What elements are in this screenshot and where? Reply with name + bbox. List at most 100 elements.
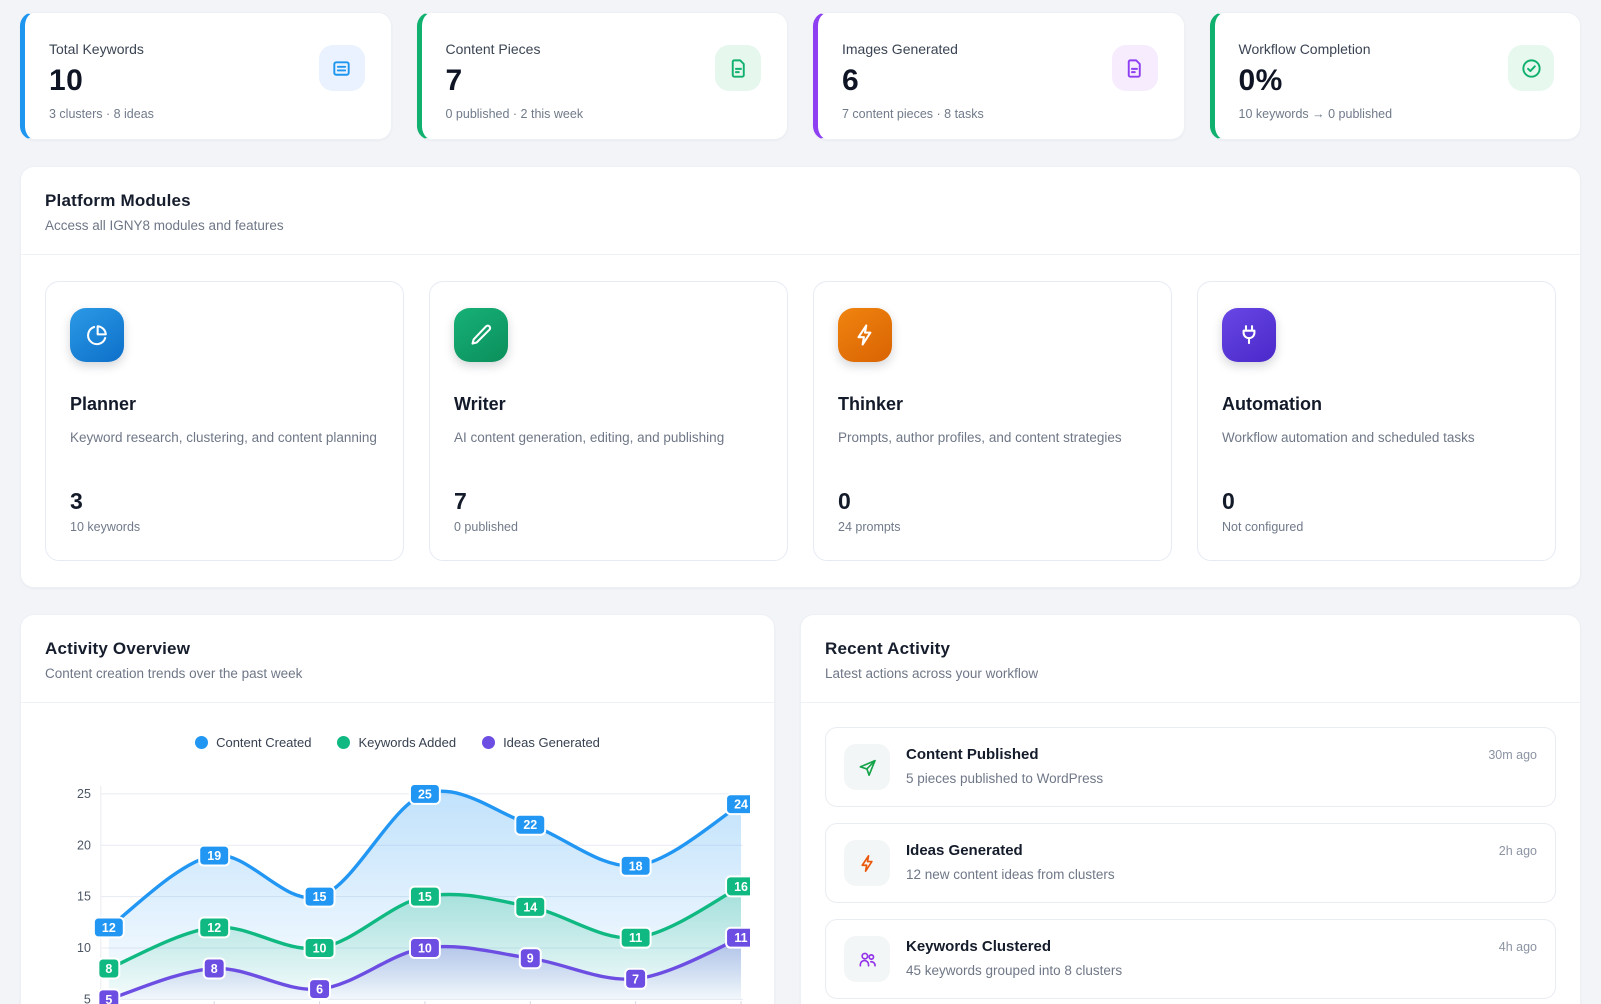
users-icon bbox=[844, 936, 890, 982]
pencil-icon bbox=[454, 308, 508, 362]
plug-icon bbox=[1222, 308, 1276, 362]
activity-item-ideas-generated[interactable]: Ideas Generated 2h ago 12 new content id… bbox=[825, 823, 1556, 903]
activity-line-chart: MonTueWedThuFriSatSun5101520251219152522… bbox=[45, 764, 750, 1004]
activity-item-content-published[interactable]: Content Published 30m ago 5 pieces publi… bbox=[825, 727, 1556, 807]
module-name: Planner bbox=[70, 394, 379, 415]
list-icon bbox=[319, 45, 365, 91]
platform-modules-header: Platform Modules Access all IGNY8 module… bbox=[21, 167, 1580, 255]
module-caption: 10 keywords bbox=[70, 520, 379, 534]
stat-card-workflow-completion[interactable]: Workflow Completion 0% 10 keywords → 0 p… bbox=[1210, 12, 1582, 140]
stat-card-content-pieces[interactable]: Content Pieces 7 0 published · 2 this we… bbox=[417, 12, 789, 140]
svg-text:18: 18 bbox=[629, 859, 643, 873]
svg-text:20: 20 bbox=[77, 838, 91, 852]
legend-item-content-created[interactable]: Content Created bbox=[195, 735, 311, 750]
send-icon bbox=[844, 744, 890, 790]
activity-overview-header: Activity Overview Content creation trend… bbox=[21, 615, 774, 703]
module-card-writer[interactable]: Writer AI content generation, editing, a… bbox=[429, 281, 788, 561]
recent-activity-header: Recent Activity Latest actions across yo… bbox=[801, 615, 1580, 703]
section-subtitle: Access all IGNY8 modules and features bbox=[45, 218, 1556, 233]
recent-activity-panel: Recent Activity Latest actions across yo… bbox=[800, 614, 1581, 1004]
modules-grid: Planner Keyword research, clustering, an… bbox=[21, 255, 1580, 587]
module-description: Workflow automation and scheduled tasks bbox=[1222, 428, 1531, 472]
legend-dot bbox=[337, 736, 350, 749]
activity-timestamp: 30m ago bbox=[1488, 748, 1537, 762]
svg-text:11: 11 bbox=[629, 931, 642, 945]
chart-legend: Content Created Keywords Added Ideas Gener… bbox=[45, 735, 750, 750]
legend-item-ideas-generated[interactable]: Ideas Generated bbox=[482, 735, 600, 750]
bottom-row: Activity Overview Content creation trend… bbox=[20, 588, 1581, 1004]
legend-label: Content Created bbox=[216, 735, 311, 750]
activity-title: Ideas Generated bbox=[906, 842, 1023, 859]
svg-text:12: 12 bbox=[207, 921, 221, 935]
module-value: 0 bbox=[838, 488, 1147, 515]
stat-card-images-generated[interactable]: Images Generated 6 7 content pieces · 8 … bbox=[813, 12, 1185, 140]
section-title: Recent Activity bbox=[825, 639, 1556, 659]
section-title: Activity Overview bbox=[45, 639, 750, 659]
svg-text:10: 10 bbox=[313, 941, 327, 955]
activity-description: 12 new content ideas from clusters bbox=[906, 867, 1537, 882]
svg-text:15: 15 bbox=[418, 890, 432, 904]
legend-dot bbox=[195, 736, 208, 749]
stats-row: Total Keywords 10 3 clusters · 8 ideas C… bbox=[20, 12, 1581, 140]
svg-text:15: 15 bbox=[77, 890, 91, 904]
svg-text:14: 14 bbox=[523, 900, 537, 914]
activity-overview-panel: Activity Overview Content creation trend… bbox=[20, 614, 775, 1004]
svg-text:24: 24 bbox=[734, 798, 748, 812]
svg-text:10: 10 bbox=[77, 941, 91, 955]
svg-text:6: 6 bbox=[316, 983, 323, 997]
svg-text:12: 12 bbox=[102, 921, 116, 935]
file-icon bbox=[715, 45, 761, 91]
activity-timestamp: 4h ago bbox=[1499, 940, 1537, 954]
section-subtitle: Latest actions across your workflow bbox=[825, 666, 1556, 681]
module-card-automation[interactable]: Automation Workflow automation and sched… bbox=[1197, 281, 1556, 561]
check-circle-icon bbox=[1508, 45, 1554, 91]
module-card-thinker[interactable]: Thinker Prompts, author profiles, and co… bbox=[813, 281, 1172, 561]
section-title: Platform Modules bbox=[45, 191, 1556, 211]
module-card-planner[interactable]: Planner Keyword research, clustering, an… bbox=[45, 281, 404, 561]
module-caption: Not configured bbox=[1222, 520, 1531, 534]
chart-area: Content Created Keywords Added Ideas Gener… bbox=[21, 703, 774, 1004]
stat-card-total-keywords[interactable]: Total Keywords 10 3 clusters · 8 ideas bbox=[20, 12, 392, 140]
legend-label: Keywords Added bbox=[358, 735, 456, 750]
svg-text:11: 11 bbox=[734, 931, 747, 945]
stat-subtext: 3 clusters · 8 ideas bbox=[49, 107, 367, 121]
module-value: 7 bbox=[454, 488, 763, 515]
file-icon bbox=[1112, 45, 1158, 91]
svg-text:19: 19 bbox=[207, 849, 221, 863]
svg-text:25: 25 bbox=[77, 787, 91, 801]
svg-text:8: 8 bbox=[211, 962, 218, 976]
legend-label: Ideas Generated bbox=[503, 735, 600, 750]
module-description: Keyword research, clustering, and conten… bbox=[70, 428, 379, 472]
stat-subtext: 10 keywords → 0 published bbox=[1239, 107, 1557, 121]
svg-text:5: 5 bbox=[105, 993, 112, 1004]
legend-dot bbox=[482, 736, 495, 749]
lightning-icon bbox=[844, 840, 890, 886]
svg-text:15: 15 bbox=[313, 890, 327, 904]
svg-text:5: 5 bbox=[84, 992, 91, 1004]
activity-title: Keywords Clustered bbox=[906, 938, 1051, 955]
legend-item-keywords-added[interactable]: Keywords Added bbox=[337, 735, 456, 750]
module-description: Prompts, author profiles, and content st… bbox=[838, 428, 1147, 472]
module-description: AI content generation, editing, and publ… bbox=[454, 428, 763, 472]
module-name: Writer bbox=[454, 394, 763, 415]
module-name: Automation bbox=[1222, 394, 1531, 415]
activity-description: 45 keywords grouped into 8 clusters bbox=[906, 963, 1537, 978]
module-value: 0 bbox=[1222, 488, 1531, 515]
activity-title: Content Published bbox=[906, 746, 1039, 763]
stat-subtext: 0 published · 2 this week bbox=[446, 107, 764, 121]
module-name: Thinker bbox=[838, 394, 1147, 415]
svg-text:8: 8 bbox=[105, 962, 112, 976]
svg-text:10: 10 bbox=[418, 941, 432, 955]
module-caption: 0 published bbox=[454, 520, 763, 534]
svg-text:16: 16 bbox=[734, 880, 748, 894]
stat-subtext: 7 content pieces · 8 tasks bbox=[842, 107, 1160, 121]
svg-text:7: 7 bbox=[632, 972, 639, 986]
activity-list: Content Published 30m ago 5 pieces publi… bbox=[801, 703, 1580, 1004]
dashboard-page: Total Keywords 10 3 clusters · 8 ideas C… bbox=[0, 0, 1601, 1004]
activity-item-keywords-clustered[interactable]: Keywords Clustered 4h ago 45 keywords gr… bbox=[825, 919, 1556, 999]
module-caption: 24 prompts bbox=[838, 520, 1147, 534]
pie-chart-icon bbox=[70, 308, 124, 362]
section-subtitle: Content creation trends over the past we… bbox=[45, 666, 750, 681]
svg-text:25: 25 bbox=[418, 787, 432, 801]
activity-description: 5 pieces published to WordPress bbox=[906, 771, 1537, 786]
